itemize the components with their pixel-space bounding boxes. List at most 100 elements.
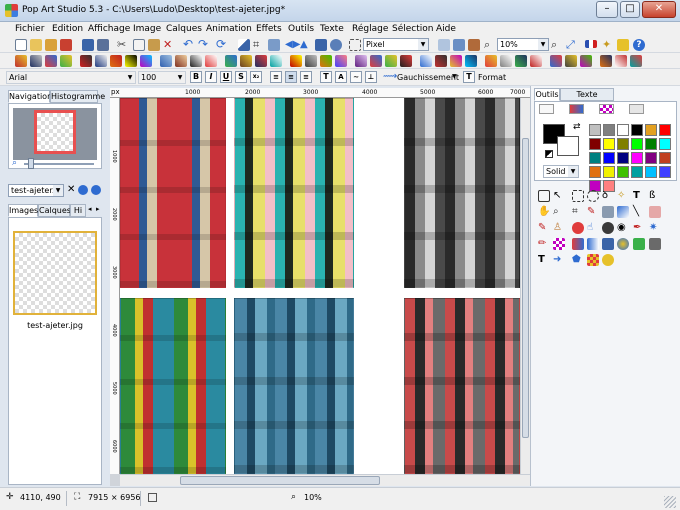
rotate-icon[interactable] [315, 39, 327, 51]
align-left-button[interactable]: ≡ [270, 71, 282, 83]
palette-swatch[interactable] [645, 152, 657, 164]
effect-icon-26[interactable] [420, 55, 432, 67]
reset-colors-icon[interactable] [545, 150, 553, 158]
flip-vertical-icon[interactable]: ▲ [300, 39, 312, 51]
palette-swatch[interactable] [589, 124, 601, 136]
menu-texte[interactable]: Texte [320, 24, 344, 34]
hand-tool-icon[interactable]: ✋ [538, 206, 550, 218]
text-art-tool-icon[interactable]: T [538, 254, 550, 266]
maximize-button[interactable]: □ [620, 1, 640, 18]
new-icon[interactable] [15, 39, 27, 51]
effect-icon-23[interactable] [370, 55, 382, 67]
pen-tool-icon[interactable]: ✒ [633, 222, 645, 234]
tab-outils[interactable]: Outils [534, 88, 560, 101]
close-file-icon[interactable] [60, 39, 72, 51]
effect-icon-10[interactable] [160, 55, 172, 67]
eye-tool-icon[interactable]: ◉ [617, 222, 629, 234]
shadow-button[interactable]: S [235, 71, 247, 83]
menu-outils[interactable]: Outils [288, 24, 314, 34]
previous-image-icon[interactable] [78, 185, 88, 195]
smiley-tool-icon[interactable] [602, 254, 614, 266]
stamp-tool-icon[interactable]: ♙ [553, 222, 565, 234]
effect-icon-34[interactable] [550, 55, 562, 67]
vertical-scrollbar-thumb[interactable] [522, 138, 529, 438]
image-thumbnail[interactable] [13, 231, 97, 315]
rect-select-tool-icon[interactable] [538, 190, 550, 202]
pencil-tool-icon[interactable]: ✏ [538, 238, 550, 250]
palette-swatch[interactable] [659, 138, 671, 150]
bold-button[interactable]: B [190, 71, 202, 83]
text-mask-tool-icon[interactable]: ß [649, 190, 661, 202]
tips-icon[interactable]: ✦ [602, 39, 614, 51]
minimize-button[interactable]: – [596, 1, 618, 18]
crop-tool-icon[interactable]: ⌗ [572, 206, 584, 218]
menu-image[interactable]: Image [133, 24, 161, 34]
ellipse-select-tool-icon[interactable] [587, 190, 599, 202]
web-icon[interactable] [617, 39, 629, 51]
effect-icon-1[interactable] [15, 55, 27, 67]
effect-icon-21[interactable] [335, 55, 347, 67]
file-select[interactable]: test-ajeter.jp ▼ [8, 184, 64, 197]
effect-icon-5[interactable] [80, 55, 92, 67]
warp-button[interactable]: ~ [350, 71, 362, 83]
effect-icon-3[interactable] [45, 55, 57, 67]
effect-icon-39[interactable] [630, 55, 642, 67]
align-bottom-button[interactable]: ⊥ [365, 71, 377, 83]
palette-swatch[interactable] [603, 138, 615, 150]
pattern-tab-icon[interactable] [599, 104, 614, 114]
palette-swatch[interactable] [631, 138, 643, 150]
text-box-button[interactable]: T [320, 71, 332, 83]
effect-icon-14[interactable] [225, 55, 237, 67]
font-size-select[interactable]: 100 ▼ [138, 71, 186, 84]
delete-icon[interactable]: ✕ [163, 39, 175, 51]
blur-tool-icon[interactable] [587, 238, 599, 250]
pattern-tool-icon[interactable] [553, 238, 565, 250]
effect-icon-7[interactable] [110, 55, 122, 67]
tab-scroll-right-icon[interactable]: ▸ [96, 205, 100, 213]
color-replace-tool-icon[interactable] [572, 238, 584, 250]
align-right-button[interactable]: ≡ [300, 71, 312, 83]
grid-icon[interactable] [438, 39, 450, 51]
background-color-swatch[interactable] [557, 136, 579, 156]
fullscreen-icon[interactable] [468, 39, 480, 51]
next-image-icon[interactable] [91, 185, 101, 195]
canvas-size-icon[interactable] [268, 39, 280, 51]
close-button[interactable]: ✕ [642, 1, 676, 18]
outline-button[interactable]: A [335, 71, 347, 83]
texture-tab-icon[interactable] [629, 104, 644, 114]
save-icon[interactable] [82, 39, 94, 51]
effect-icon-27[interactable] [435, 55, 447, 67]
italic-button[interactable]: I [205, 71, 217, 83]
palette-swatch[interactable] [603, 166, 615, 178]
zoom-slider-handle[interactable] [28, 158, 34, 169]
effect-icon-30[interactable] [485, 55, 497, 67]
tab-texte-artistique[interactable]: Texte artistique [560, 88, 614, 110]
menu-fichier[interactable]: Fichier [15, 24, 44, 34]
zoom-slider-track[interactable] [24, 163, 94, 165]
emboss-tool-icon[interactable] [649, 238, 661, 250]
align-center-button[interactable]: ≡ [285, 71, 297, 83]
target-tool-icon[interactable] [617, 238, 629, 250]
language-flag-icon[interactable] [585, 40, 597, 48]
brush-tool-icon[interactable]: ✎ [538, 222, 550, 234]
print-icon[interactable] [97, 39, 109, 51]
effect-icon-37[interactable] [600, 55, 612, 67]
actual-size-icon[interactable]: ⤢ [566, 39, 578, 51]
warp-dropdown-icon[interactable]: ▼ [452, 73, 457, 80]
effect-icon-28[interactable] [450, 55, 462, 67]
effect-icon-6[interactable] [95, 55, 107, 67]
effect-icon-8[interactable] [125, 55, 137, 67]
marquee-tool-icon[interactable] [572, 190, 584, 202]
effect-icon-35[interactable] [565, 55, 577, 67]
warp-label[interactable]: Gauchissement [397, 73, 459, 82]
undo-icon[interactable]: ↶ [183, 38, 195, 51]
swap-colors-icon[interactable]: ⇄ [573, 122, 581, 132]
palette-swatch[interactable] [603, 152, 615, 164]
resize-icon[interactable] [238, 39, 250, 51]
gradient-tool-icon[interactable] [617, 206, 629, 218]
redo-icon[interactable]: ↷ [198, 38, 210, 51]
sharpen-tool-icon[interactable] [602, 238, 614, 250]
tab-histogramme[interactable]: Histogramme [50, 90, 105, 103]
fill-mode-select[interactable]: Solid ▼ [543, 165, 579, 178]
effect-icon-31[interactable] [500, 55, 512, 67]
